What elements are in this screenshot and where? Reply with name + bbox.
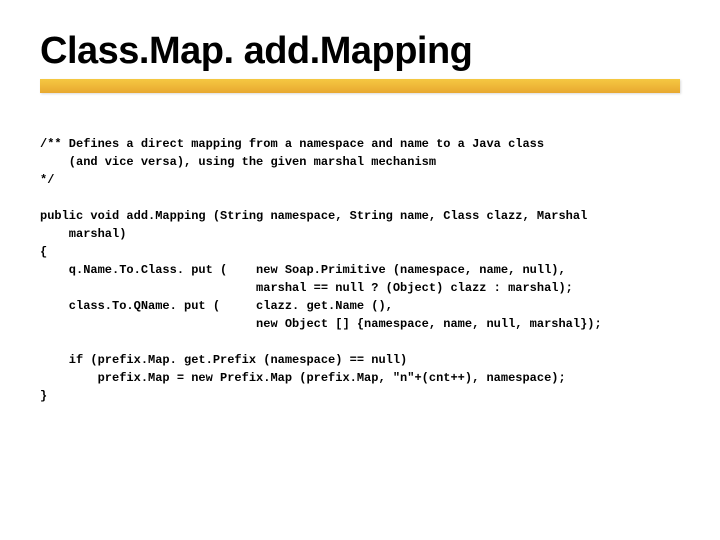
code-body-line4: new Object [] {namespace, name, null, ma…	[40, 317, 602, 331]
code-body-line1: q.Name.To.Class. put ( new Soap.Primitiv…	[40, 263, 566, 277]
code-comment-line3: */	[40, 173, 54, 187]
code-brace-open: {	[40, 245, 47, 259]
title-underline	[40, 79, 680, 93]
code-brace-close: }	[40, 389, 47, 403]
code-body-line6: prefix.Map = new Prefix.Map (prefix.Map,…	[40, 371, 566, 385]
code-comment-line2: (and vice versa), using the given marsha…	[40, 155, 436, 169]
code-body-line2: marshal == null ? (Object) clazz : marsh…	[40, 281, 573, 295]
code-comment-line1: /** Defines a direct mapping from a name…	[40, 137, 544, 151]
code-body-line5: if (prefix.Map. get.Prefix (namespace) =…	[40, 353, 407, 367]
code-signature-line2: marshal)	[40, 227, 126, 241]
code-body-line3: class.To.QName. put ( clazz. get.Name ()…	[40, 299, 393, 313]
code-signature-line1: public void add.Mapping (String namespac…	[40, 209, 587, 223]
code-block: /** Defines a direct mapping from a name…	[40, 117, 680, 405]
slide-title: Class.Map. add.Mapping	[40, 30, 680, 73]
